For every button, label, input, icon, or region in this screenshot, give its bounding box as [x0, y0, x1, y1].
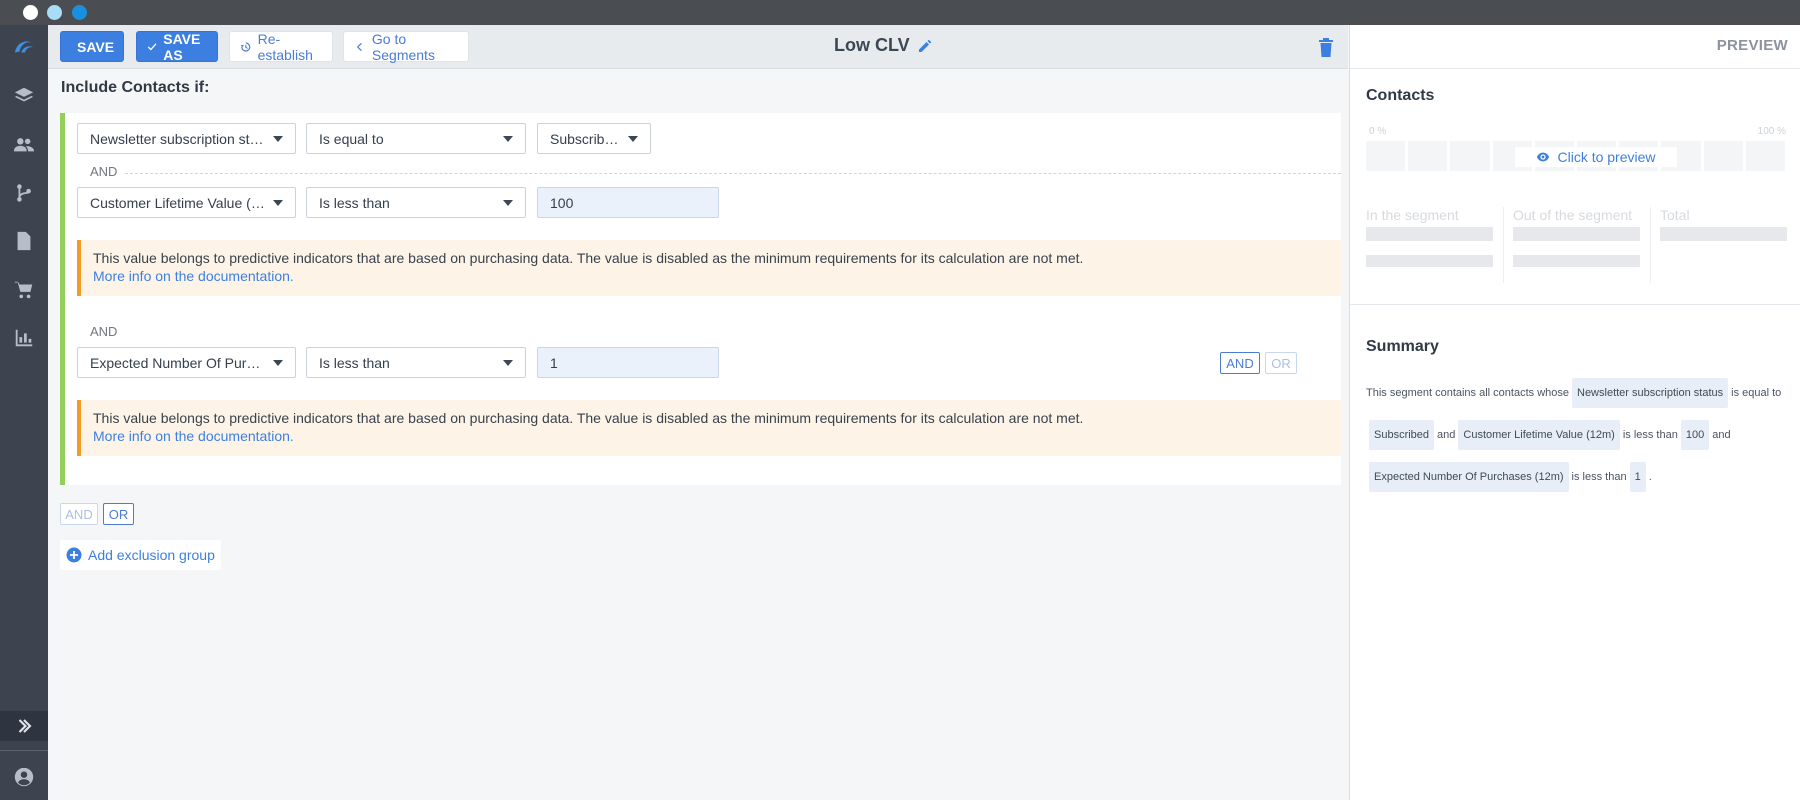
window-maximize-dot[interactable] [72, 5, 87, 20]
condition-field-select[interactable]: Newsletter subscription status [77, 123, 296, 154]
stat-divider [1650, 207, 1651, 283]
go-to-segments-button[interactable]: Go to Segments [343, 31, 469, 63]
summary-chip: Newsletter subscription status [1572, 378, 1729, 408]
nav-rail [0, 25, 48, 800]
documentation-link[interactable]: More info on the documentation. [93, 267, 1329, 285]
user-avatar-icon[interactable] [12, 765, 36, 789]
check-icon [147, 42, 157, 50]
and-connector: AND [90, 324, 118, 339]
summary-chip: Customer Lifetime Value (12m) [1458, 420, 1620, 450]
caret-down-icon [628, 135, 638, 142]
condition-operator-select[interactable]: Is less than [306, 347, 526, 378]
section-divider [1350, 304, 1800, 305]
documentation-link[interactable]: More info on the documentation. [93, 427, 1329, 445]
condition-group: Newsletter subscription status Is equal … [60, 113, 1341, 485]
preview-header: PREVIEW [1350, 25, 1800, 69]
summary-chip: Subscribed [1369, 420, 1435, 450]
out-segment-label: Out of the segment [1513, 207, 1633, 223]
condition-operator-select[interactable]: Is equal to [306, 123, 526, 154]
add-and-condition-button[interactable]: AND [1220, 352, 1260, 374]
summary-chip: 100 [1680, 420, 1710, 450]
caret-down-icon [503, 199, 513, 206]
warning-text: This value belongs to predictive indicat… [93, 410, 1084, 426]
segment-editor: SAVE SAVE AS Re-establish Go to Segments… [48, 25, 1348, 800]
in-segment-label: In the segment [1366, 207, 1459, 223]
double-chevron-right-icon [18, 719, 32, 733]
and-connector: AND [90, 164, 118, 179]
window-titlebar [0, 0, 1800, 25]
rail-divider [0, 750, 48, 751]
connector-divider [125, 173, 1341, 174]
stat-skeleton [1513, 227, 1640, 241]
save-as-button[interactable]: SAVE AS [136, 31, 218, 63]
percent-max-label: 100 % [1757, 126, 1786, 137]
preview-panel: PREVIEW Contacts 0 % 100 % Click to prev… [1349, 25, 1800, 800]
summary-chip: Expected Number Of Purchases (12m) [1369, 462, 1569, 492]
reestablish-button[interactable]: Re-establish [229, 31, 333, 63]
chevron-left-icon [356, 42, 362, 51]
group-and-button[interactable]: AND [60, 503, 98, 525]
caret-down-icon [273, 199, 283, 206]
pencil-icon[interactable] [916, 37, 934, 55]
condition-field-select[interactable]: Customer Lifetime Value (12m) [77, 187, 296, 218]
include-contacts-heading: Include Contacts if: [61, 79, 210, 96]
stat-skeleton [1513, 255, 1640, 267]
add-or-condition-button[interactable]: OR [1265, 352, 1297, 374]
contacts-heading: Contacts [1366, 87, 1435, 104]
window-close-dot[interactable] [23, 5, 38, 20]
window-minimize-dot[interactable] [47, 5, 62, 20]
segment-title: Low CLV [834, 35, 910, 55]
percent-min-label: 0 % [1369, 126, 1387, 137]
click-to-preview-button[interactable]: Click to preview [1515, 147, 1677, 167]
documents-icon[interactable] [12, 229, 36, 253]
caret-down-icon [273, 135, 283, 142]
layers-icon[interactable] [12, 84, 36, 108]
predictive-warning: This value belongs to predictive indicat… [77, 400, 1341, 456]
eye-icon [1537, 152, 1550, 162]
save-button[interactable]: SAVE [60, 31, 124, 62]
stat-skeleton [1366, 255, 1493, 267]
total-label: Total [1660, 207, 1690, 223]
preview-title: PREVIEW [1716, 37, 1788, 54]
cart-icon[interactable] [12, 278, 36, 302]
condition-value-input[interactable]: 100 [537, 187, 719, 218]
app-logo-icon[interactable] [12, 35, 36, 59]
trash-icon[interactable] [1316, 36, 1336, 58]
stat-skeleton [1366, 227, 1493, 241]
expand-rail-button[interactable] [0, 711, 48, 741]
caret-down-icon [503, 135, 513, 142]
predictive-warning: This value belongs to predictive indicat… [77, 240, 1341, 296]
summary-heading: Summary [1366, 338, 1439, 355]
condition-value-select[interactable]: Subscribed [537, 123, 651, 154]
condition-operator-select[interactable]: Is less than [306, 187, 526, 218]
condition-field-select[interactable]: Expected Number Of Purchases (12m) [77, 347, 296, 378]
group-or-button[interactable]: OR [103, 503, 134, 525]
warning-text: This value belongs to predictive indicat… [93, 250, 1084, 266]
add-exclusion-group-button[interactable]: Add exclusion group [60, 540, 221, 570]
history-icon [240, 41, 251, 52]
summary-chip: 1 [1629, 462, 1646, 492]
condition-value-input[interactable]: 1 [537, 347, 719, 378]
editor-toolbar: SAVE SAVE AS Re-establish Go to Segments… [48, 25, 1348, 69]
contacts-icon[interactable] [12, 133, 36, 157]
plus-circle-icon [66, 547, 82, 563]
analytics-icon[interactable] [12, 326, 36, 350]
segment-summary: This segment contains all contacts whose… [1366, 372, 1786, 498]
stat-divider [1503, 207, 1504, 283]
caret-down-icon [273, 359, 283, 366]
flows-icon[interactable] [12, 181, 36, 205]
stat-skeleton [1660, 227, 1787, 241]
caret-down-icon [503, 359, 513, 366]
